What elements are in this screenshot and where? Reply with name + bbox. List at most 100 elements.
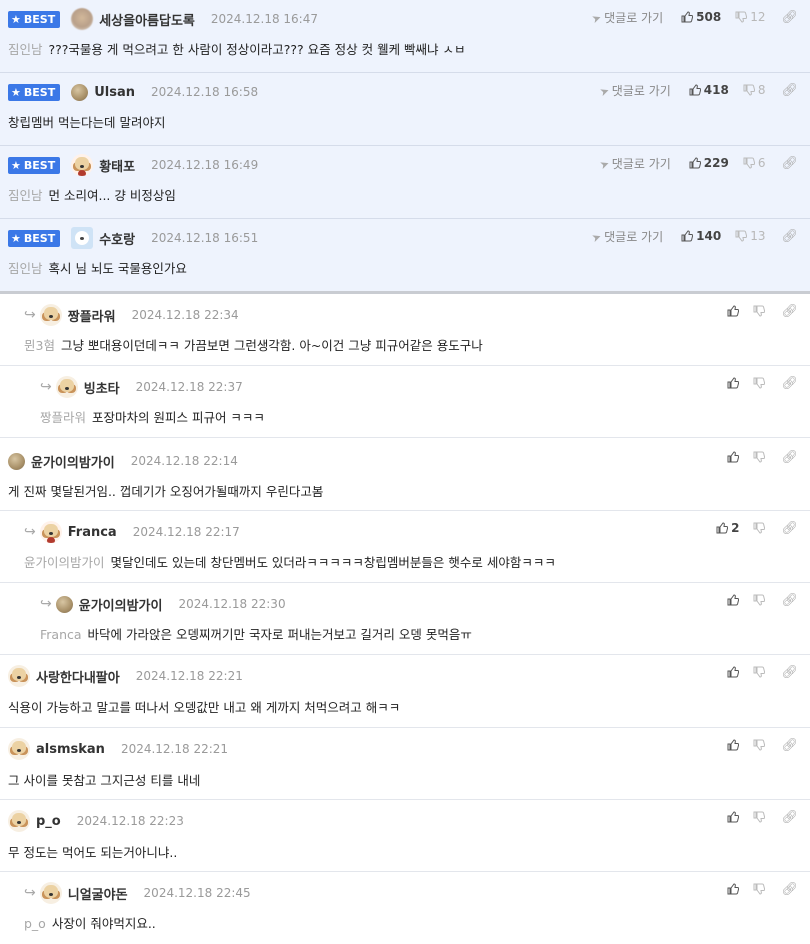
downvote-button[interactable]: 6 <box>743 156 765 170</box>
link-icon[interactable]: 🔗︎ <box>781 450 798 465</box>
go-to-reply-link[interactable]: ➤댓글로 가기 <box>598 155 671 171</box>
link-icon[interactable]: 🔗︎ <box>781 376 798 391</box>
reply-target[interactable]: 윤가이의밤가이 <box>24 555 105 570</box>
comment-author[interactable]: 세상을아름답도록 <box>99 10 195 29</box>
upvote-button[interactable]: 229 <box>689 156 729 170</box>
avatar[interactable] <box>71 84 89 101</box>
upvote-button[interactable] <box>727 883 740 895</box>
go-to-reply-link[interactable]: ➤댓글로 가기 <box>590 228 663 244</box>
reply-target[interactable]: 짐인남 <box>8 188 43 203</box>
avatar[interactable] <box>39 304 62 326</box>
avatar[interactable] <box>55 376 78 398</box>
comment-text: 무 정도는 먹어도 되는거아니냐.. <box>8 845 178 860</box>
comment-author[interactable]: 수호랑 <box>99 229 135 248</box>
comment-text: 게 진짜 몇달된거임.. 껍데기가 오징어가될때까지 우린다고봄 <box>8 484 324 499</box>
comment-author[interactable]: 니얼굴야돈 <box>68 884 128 903</box>
link-icon[interactable]: 🔗︎ <box>781 10 798 25</box>
thumb-down-icon <box>753 451 766 463</box>
avatar[interactable] <box>39 521 62 543</box>
comment-text: 그 사이를 못참고 그지근성 티를 내네 <box>8 773 201 788</box>
comment-author[interactable]: Franca <box>68 525 117 540</box>
downvote-button[interactable] <box>753 883 766 895</box>
upvote-button[interactable] <box>727 594 740 606</box>
thumb-up-icon <box>727 305 740 317</box>
reply-target[interactable]: 짱플라워 <box>40 410 86 425</box>
comment: alsmskan 2024.12.18 22:21 🔗︎ 그 사이를 못참고 그… <box>0 728 810 800</box>
avatar[interactable] <box>71 154 94 176</box>
avatar[interactable] <box>71 227 94 249</box>
comment-date: 2024.12.18 22:14 <box>130 454 238 468</box>
comment-author[interactable]: p_o <box>36 814 61 829</box>
link-icon[interactable]: 🔗︎ <box>781 156 798 171</box>
upvote-button[interactable] <box>727 739 740 751</box>
send-arrow-icon: ➤ <box>597 83 611 99</box>
reply-arrow-icon: ↪ <box>24 307 36 323</box>
upvote-button[interactable] <box>727 377 740 389</box>
upvote-button[interactable]: 508 <box>681 10 721 24</box>
reply-target[interactable]: 뮌3혐 <box>24 338 55 353</box>
comment-author[interactable]: 사랑한다내팔아 <box>36 667 120 686</box>
link-icon[interactable]: 🔗︎ <box>781 593 798 608</box>
comment-author[interactable]: 황태포 <box>99 156 135 175</box>
avatar[interactable] <box>8 665 30 687</box>
link-icon[interactable]: 🔗︎ <box>781 738 798 753</box>
thumb-up-icon <box>681 11 694 23</box>
reply-target[interactable]: Franca <box>40 627 82 642</box>
avatar[interactable] <box>8 810 30 832</box>
comment-date: 2024.12.18 22:17 <box>132 525 240 539</box>
link-icon[interactable]: 🔗︎ <box>781 83 798 98</box>
link-icon[interactable]: 🔗︎ <box>781 229 798 244</box>
link-icon[interactable]: 🔗︎ <box>781 810 798 825</box>
downvote-button[interactable]: 13 <box>735 229 765 243</box>
go-to-reply-link[interactable]: ➤댓글로 가기 <box>597 82 671 99</box>
thumb-down-icon <box>753 739 766 751</box>
thumb-up-icon <box>727 811 740 823</box>
comment: p_o 2024.12.18 22:23 🔗︎ 무 정도는 먹어도 되는거아니냐… <box>0 800 810 872</box>
downvote-button[interactable]: 12 <box>735 10 765 24</box>
reply-target[interactable]: p_o <box>24 916 46 931</box>
downvote-button[interactable]: 8 <box>743 83 765 97</box>
thumb-down-icon <box>753 377 766 389</box>
best-badge: ★ BEST <box>8 229 61 247</box>
upvote-button[interactable]: 418 <box>689 83 729 97</box>
go-to-reply-link[interactable]: ➤댓글로 가기 <box>590 9 663 25</box>
link-icon[interactable]: 🔗︎ <box>781 882 798 897</box>
comment-author[interactable]: alsmskan <box>36 742 105 757</box>
comment-list: ★ BEST 세상을아름답도록 2024.12.18 16:47 ➤댓글로 가기 … <box>0 0 810 944</box>
link-icon[interactable]: 🔗︎ <box>781 665 798 680</box>
reply-target[interactable]: 짐인남 <box>8 261 43 276</box>
link-icon[interactable]: 🔗︎ <box>781 521 798 536</box>
upvote-button[interactable]: 140 <box>681 229 721 243</box>
comment-text: 사장이 줘야먹지요.. <box>51 916 156 931</box>
avatar[interactable] <box>8 738 30 760</box>
upvote-button[interactable] <box>727 811 740 823</box>
avatar[interactable] <box>71 8 94 30</box>
comment-author[interactable]: 짱플라워 <box>68 306 116 325</box>
thumb-down-icon <box>735 11 748 23</box>
comment-date: 2024.12.18 16:49 <box>151 158 259 172</box>
reply-target[interactable]: 짐인남 <box>8 42 43 57</box>
downvote-button[interactable] <box>753 377 766 389</box>
upvote-button[interactable] <box>727 666 740 678</box>
link-icon[interactable]: 🔗︎ <box>781 304 798 319</box>
comment-author[interactable]: 윤가이의밤가이 <box>79 595 163 614</box>
downvote-button[interactable] <box>753 305 766 317</box>
upvote-button[interactable] <box>727 451 740 463</box>
thumb-up-icon <box>727 594 740 606</box>
downvote-button[interactable] <box>753 666 766 678</box>
comment-author[interactable]: Ulsan <box>94 85 135 100</box>
avatar[interactable] <box>8 453 25 470</box>
downvote-button[interactable] <box>753 522 766 534</box>
comment-date: 2024.12.18 22:37 <box>135 380 243 394</box>
thumb-up-icon <box>727 451 740 463</box>
downvote-button[interactable] <box>753 811 766 823</box>
downvote-button[interactable] <box>753 594 766 606</box>
comment-author[interactable]: 윤가이의밤가이 <box>31 452 115 471</box>
avatar[interactable] <box>39 882 62 904</box>
upvote-button[interactable]: 2 <box>716 521 739 535</box>
downvote-button[interactable] <box>753 451 766 463</box>
comment-author[interactable]: 빙초타 <box>84 378 120 397</box>
downvote-button[interactable] <box>753 739 766 751</box>
upvote-button[interactable] <box>727 305 740 317</box>
avatar[interactable] <box>55 596 73 613</box>
